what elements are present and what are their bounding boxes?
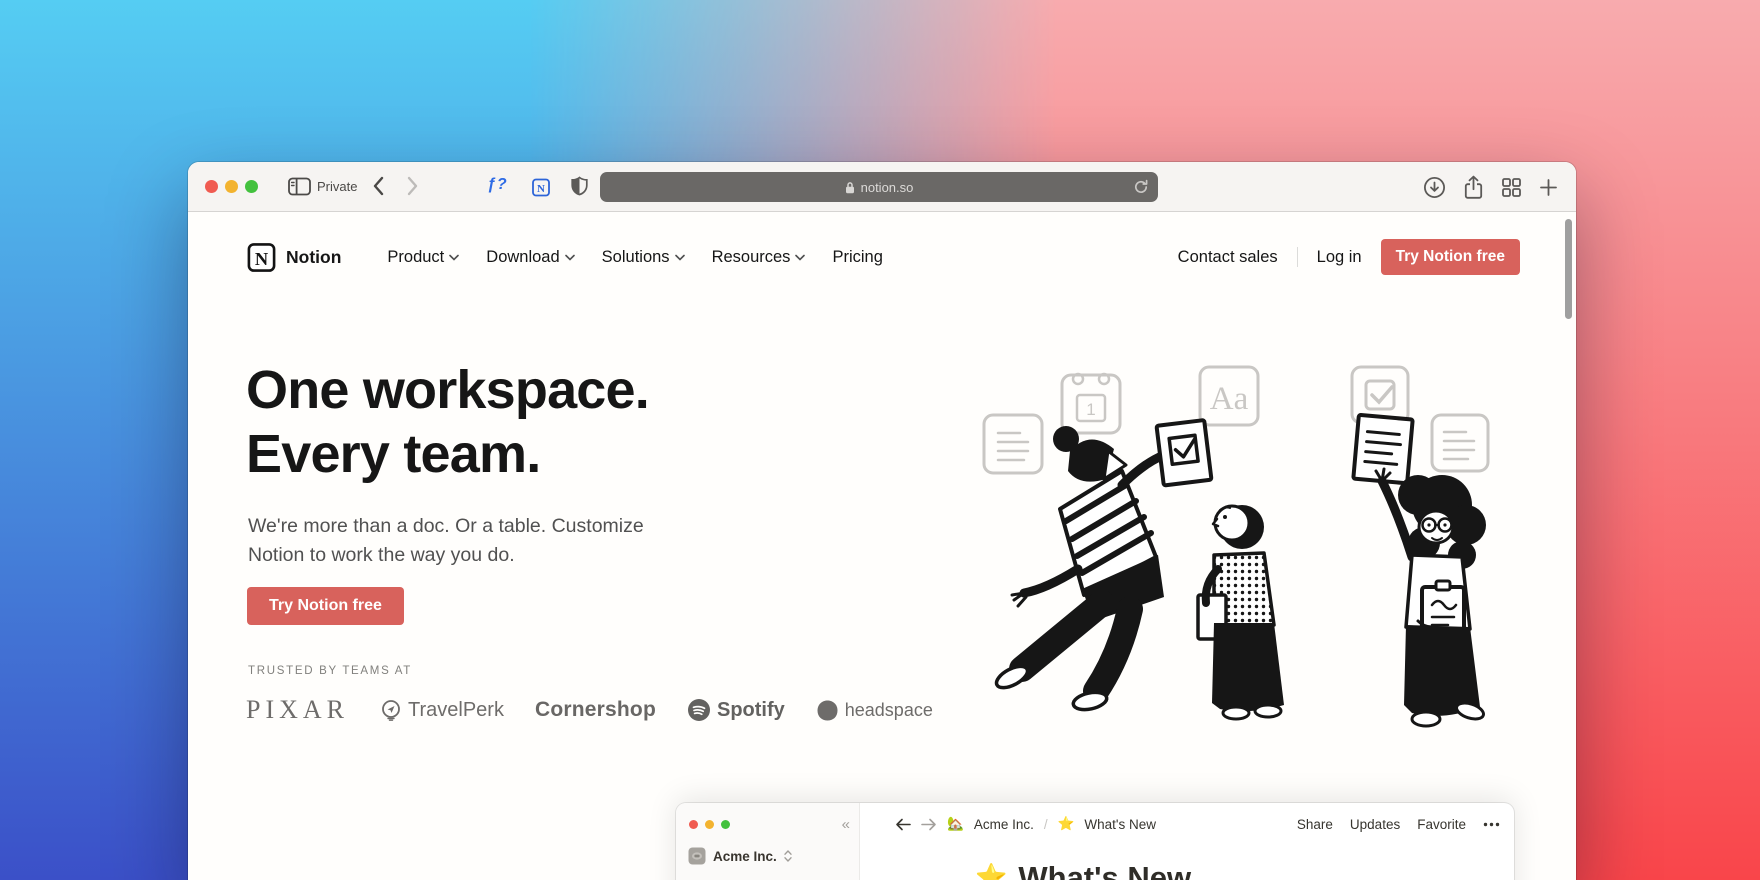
page-scrollbar-thumb[interactable] (1565, 219, 1572, 319)
try-notion-free-button[interactable]: Try Notion free (1380, 239, 1520, 275)
function-extension-icon[interactable]: ƒ? (487, 176, 508, 194)
heading-emoji: ⭐ (975, 863, 1008, 880)
pixar-logo: PIXAR (246, 695, 350, 724)
window-controls (205, 180, 258, 193)
back-arrow-icon (896, 818, 911, 830)
toolbar-right-icons (1423, 175, 1558, 200)
app-actions: Share Updates Favorite (1297, 817, 1500, 832)
nav-item-download[interactable]: Download (486, 248, 575, 267)
document-icon (982, 413, 1044, 475)
contact-sales-link[interactable]: Contact sales (1178, 248, 1278, 267)
hero-subtitle: We're more than a doc. Or a table. Custo… (248, 515, 644, 567)
sidebar-toggle-icon[interactable] (288, 177, 311, 196)
customer-logos: PIXAR TravelPerk Cornershop Spotify head… (246, 689, 933, 731)
hero-title-line2: Every team. (246, 423, 541, 484)
nav-item-pricing[interactable]: Pricing (832, 248, 882, 267)
workspace-name: Acme Inc. (713, 848, 777, 864)
minimize-button (705, 820, 714, 829)
person-middle (1196, 504, 1284, 721)
private-label: Private (317, 179, 358, 194)
back-button[interactable] (372, 176, 384, 196)
chevron-down-icon (795, 254, 806, 261)
chevron-down-icon (564, 254, 575, 261)
nav-item-solutions[interactable]: Solutions (602, 248, 685, 267)
text-style-icon: Aa (1198, 365, 1260, 427)
safari-window: Private ƒ? N notion.so N Notion Product … (188, 162, 1576, 880)
updates-action: Updates (1349, 816, 1401, 832)
notion-app-preview: « Acme Inc. Quick Find 🏡 Acme Inc. / ⭐ (676, 803, 1514, 880)
chevron-down-icon (674, 254, 685, 261)
url-text: notion.so (860, 179, 914, 195)
app-page-heading: ⭐ What's New (975, 860, 1191, 880)
chevron-down-icon (449, 254, 460, 261)
fullscreen-button (721, 820, 730, 829)
brand-name: Notion (286, 246, 342, 267)
hero-title: One workspace. Every team. (246, 359, 650, 486)
spotify-logo: Spotify (687, 698, 785, 722)
address-bar[interactable]: notion.so (600, 172, 1158, 202)
calendar-icon: 1 (1060, 372, 1122, 435)
travelperk-logo-icon (382, 700, 400, 721)
hero-title-line1: One workspace. (246, 360, 650, 420)
log-in-link[interactable]: Log in (1317, 248, 1362, 267)
hero-illustration: 1 Aa (974, 359, 1494, 736)
spotify-logo-icon (687, 699, 710, 721)
notion-logo-icon: N (247, 242, 276, 272)
person-left (994, 418, 1214, 712)
breadcrumb-workspace: Acme Inc. (973, 816, 1034, 832)
breadcrumb-page: What's New (1084, 816, 1157, 832)
notion-extension-icon[interactable]: N (531, 177, 551, 198)
downloads-icon[interactable] (1423, 176, 1446, 199)
forward-button[interactable] (407, 176, 419, 196)
close-button (689, 820, 698, 829)
nav-right: Contact sales Log in Try Notion free (1178, 239, 1520, 275)
workspace-switcher: Acme Inc. (688, 847, 792, 865)
travelperk-logo: TravelPerk (380, 699, 504, 722)
app-topbar: 🏡 Acme Inc. / ⭐ What's New Share Updates… (861, 803, 1514, 845)
svg-text:N: N (255, 248, 269, 268)
reload-icon[interactable] (1133, 179, 1149, 195)
nav-divider (1296, 247, 1298, 267)
app-sidebar: « Acme Inc. Quick Find (676, 803, 860, 880)
lock-icon (845, 181, 854, 193)
fullscreen-button[interactable] (245, 180, 258, 193)
svg-text:1: 1 (1086, 400, 1095, 419)
svg-text:N: N (537, 183, 545, 195)
trusted-by-label: TRUSTED BY TEAMS AT (248, 665, 412, 677)
nav-item-resources[interactable]: Resources (712, 248, 806, 267)
close-button[interactable] (205, 180, 218, 193)
workspace-switch-icon (784, 850, 792, 862)
app-window-controls (689, 820, 730, 829)
browser-toolbar: Private ƒ? N notion.so (188, 162, 1576, 212)
hero-try-notion-free-button[interactable]: Try Notion free (247, 587, 404, 625)
nav-menu: Product Download Solutions Resources Pri… (387, 248, 882, 267)
favorite-action: Favorite (1417, 816, 1466, 832)
headspace-logo-icon (817, 700, 838, 720)
svg-text:Aa: Aa (1210, 381, 1249, 417)
new-tab-icon[interactable] (1539, 178, 1558, 197)
breadcrumb-separator: / (1043, 816, 1048, 832)
checkbox-paper (1154, 418, 1214, 488)
privacy-shield-icon[interactable] (571, 176, 588, 196)
document-icon (1430, 413, 1490, 473)
notion-brand[interactable]: N Notion (246, 242, 341, 273)
person-right (1351, 413, 1486, 728)
share-action: Share (1296, 816, 1333, 832)
headspace-logo: headspace (816, 699, 933, 722)
cornershop-logo: Cornershop (534, 698, 656, 721)
site-navigation: N Notion Product Download Solutions Reso… (246, 213, 1520, 301)
forward-arrow-icon (921, 818, 936, 830)
sidebar-collapse-icon: « (841, 816, 850, 833)
tab-overview-icon[interactable] (1501, 177, 1522, 198)
minimize-button[interactable] (225, 180, 238, 193)
workspace-emoji: 🏡 (947, 816, 964, 832)
notion-homepage: N Notion Product Download Solutions Reso… (188, 213, 1576, 880)
more-options-icon (1483, 822, 1500, 826)
share-icon[interactable] (1463, 175, 1484, 200)
nav-item-product[interactable]: Product (387, 248, 460, 267)
workspace-logo-icon (688, 847, 706, 865)
page-emoji: ⭐ (1057, 816, 1075, 832)
